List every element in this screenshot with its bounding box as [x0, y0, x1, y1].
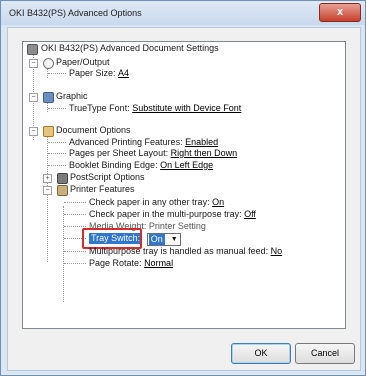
window-title: OKI B432(PS) Advanced Options: [9, 8, 142, 18]
truetype-font-value[interactable]: Substitute with Device Font: [132, 103, 241, 114]
check-paper-multi-value[interactable]: Off: [244, 209, 256, 220]
tray-switch-value: On: [148, 234, 165, 245]
tree-root[interactable]: OKI B432(PS) Advanced Document Settings: [27, 43, 219, 55]
tree-item-check-paper-multi-tray[interactable]: Check paper in the multi-purpose tray: O…: [89, 209, 256, 220]
collapse-icon[interactable]: −: [29, 59, 38, 68]
tree-item-paper-size[interactable]: Paper Size: A4: [69, 68, 129, 79]
printer-features-icon: [57, 185, 68, 196]
tree-node-postscript-options[interactable]: PostScript Options: [57, 172, 145, 184]
document-options-icon: [43, 126, 54, 137]
tree-line: [63, 206, 64, 302]
postscript-icon: [57, 173, 68, 184]
tree-line: [48, 142, 66, 143]
tree-line: [48, 165, 66, 166]
graphic-icon: [43, 92, 54, 103]
pages-per-sheet-value[interactable]: Right then Down: [171, 148, 238, 159]
multipurpose-manual-feed-value[interactable]: No: [271, 246, 283, 257]
tree-line: [48, 73, 66, 74]
tree-item-truetype-font[interactable]: TrueType Font: Substitute with Device Fo…: [69, 103, 241, 114]
expand-icon[interactable]: +: [43, 174, 52, 183]
tree-line: [64, 202, 86, 203]
dropdown-arrow-icon: ▼: [170, 236, 178, 243]
dialog-client-area: OKI B432(PS) Advanced Document Settings …: [7, 27, 361, 371]
tree-line: [64, 226, 86, 227]
close-button[interactable]: x: [319, 3, 361, 22]
tree-line: [48, 153, 66, 154]
page-rotate-value[interactable]: Normal: [144, 258, 173, 269]
tree-item-check-paper-other-tray[interactable]: Check paper in any other tray: On: [89, 197, 224, 208]
paper-icon: [43, 58, 54, 69]
settings-tree: OKI B432(PS) Advanced Document Settings …: [22, 41, 346, 329]
ok-button[interactable]: OK: [231, 343, 291, 364]
tree-item-multipurpose-manual-feed[interactable]: Multipurpose tray is handled as manual f…: [89, 246, 282, 257]
tree-item-page-rotate[interactable]: Page Rotate: Normal: [89, 258, 173, 269]
tree-line: [64, 251, 86, 252]
booklet-binding-value[interactable]: On Left Edge: [160, 160, 213, 171]
advanced-printing-value[interactable]: Enabled: [185, 137, 218, 148]
tray-switch-dropdown[interactable]: On ▼: [146, 233, 181, 246]
tree-line: [64, 263, 86, 264]
collapse-icon[interactable]: −: [29, 93, 38, 102]
title-bar: OKI B432(PS) Advanced Options x: [1, 1, 365, 25]
collapse-icon[interactable]: −: [29, 127, 38, 136]
tree-line: [48, 108, 66, 109]
paper-size-value[interactable]: A4: [118, 68, 129, 79]
tree-item-advanced-printing[interactable]: Advanced Printing Features: Enabled: [69, 137, 218, 148]
collapse-icon[interactable]: −: [43, 186, 52, 195]
check-paper-other-value[interactable]: On: [212, 197, 224, 208]
tree-node-graphic[interactable]: Graphic: [43, 91, 88, 103]
tree-node-document-options[interactable]: Document Options: [43, 125, 131, 137]
tree-line: [64, 214, 86, 215]
tree-item-booklet-binding[interactable]: Booklet Binding Edge: On Left Edge: [69, 160, 213, 171]
advanced-options-dialog: OKI B432(PS) Advanced Options x OKI B432…: [0, 0, 366, 376]
tree-node-printer-features[interactable]: Printer Features: [57, 184, 135, 196]
cancel-button[interactable]: Cancel: [295, 343, 355, 364]
tree-item-pages-per-sheet[interactable]: Pages per Sheet Layout: Right then Down: [69, 148, 237, 159]
tree-node-paper-output[interactable]: Paper/Output: [43, 57, 110, 69]
printer-icon: [27, 44, 38, 55]
